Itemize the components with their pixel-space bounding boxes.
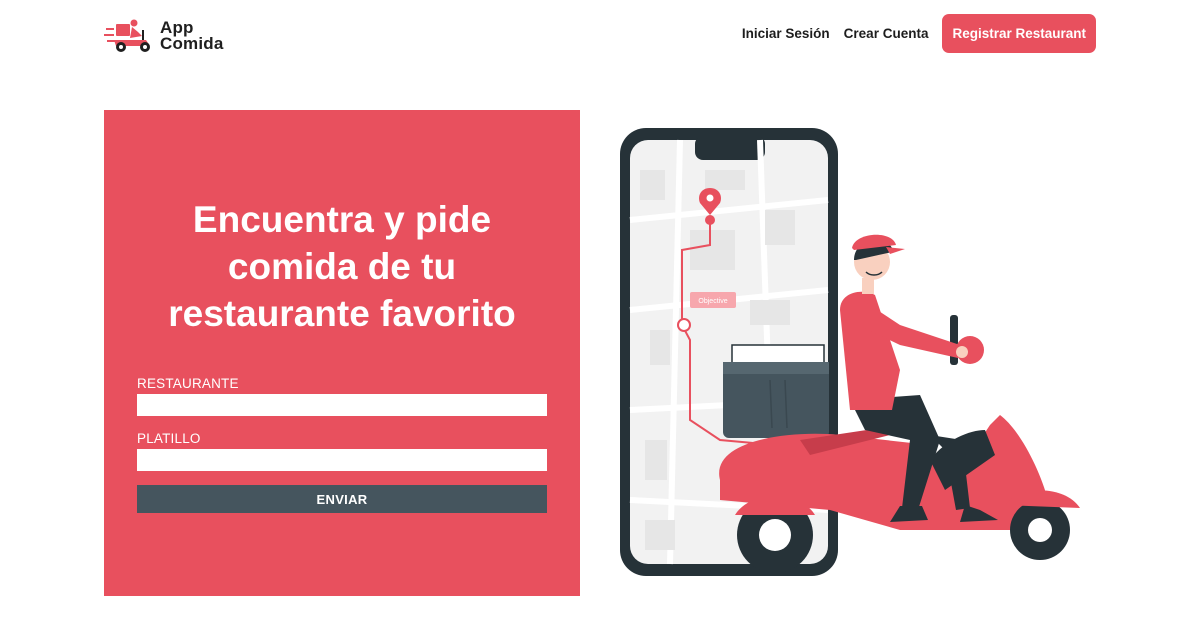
dish-label: PLATILLO [137,431,201,446]
hero-title: Encuentra y pide comida de tu restaurant… [168,199,516,334]
restaurant-input[interactable] [137,394,547,416]
submit-button[interactable]: ENVIAR [137,485,547,513]
register-restaurant-button[interactable]: Registrar Restaurant [942,14,1096,53]
brand-name: App Comida [160,19,224,53]
delivery-scooter-icon [104,19,150,52]
delivery-courier-illustration: Objective [620,128,1080,576]
signup-link[interactable]: Crear Cuenta [844,26,929,41]
login-link[interactable]: Iniciar Sesión [742,26,830,41]
brand-logo[interactable]: App Comida [104,16,234,56]
delivery-box [723,344,829,438]
dish-input[interactable] [137,449,547,471]
brand-name-line2: Comida [160,34,224,53]
site-header: App Comida Iniciar Sesión Crear Cuenta R… [0,0,1200,70]
restaurant-label: RESTAURANTE [137,376,239,391]
map-tag: Objective [698,298,727,305]
hero-card: Encuentra y pide comida de tu restaurant… [104,110,580,596]
top-nav: Iniciar Sesión Crear Cuenta Registrar Re… [728,14,1096,53]
